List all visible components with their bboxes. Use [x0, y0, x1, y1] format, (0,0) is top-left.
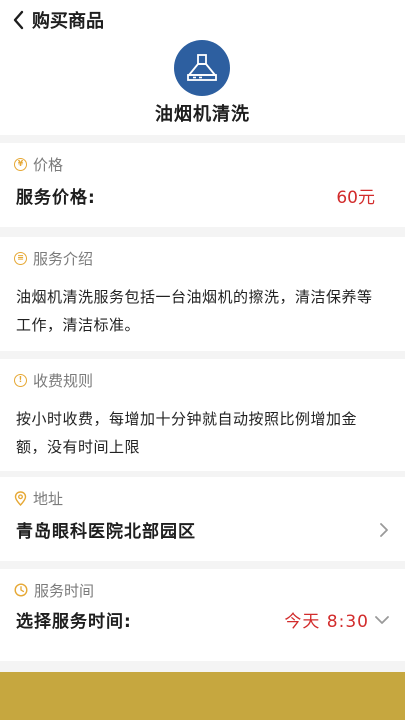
time-card: 服务时间 选择服务时间: 今天 8:30 [0, 569, 405, 661]
chevron-left-icon [13, 10, 24, 30]
purchase-page: 购买商品 油烟机清洗 ¥ 价格 服务价格: 60元 ≡ 服务介绍 油烟机清洗服务… [0, 0, 405, 720]
list-icon: ≡ [14, 251, 27, 265]
time-selector[interactable]: 选择服务时间: 今天 8:30 [16, 607, 391, 632]
rules-text: 按小时收费，每增加十分钟就自动按照比例增加金额，没有时间上限 [16, 410, 358, 456]
price-section-title: 价格 [33, 155, 64, 174]
bottom-action-bar[interactable] [0, 672, 405, 720]
rules-card: ! 收费规则 按小时收费，每增加十分钟就自动按照比例增加金额，没有时间上限 [0, 359, 405, 471]
time-value: 今天 8:30 [284, 612, 369, 632]
location-pin-icon [14, 490, 27, 506]
time-section-title: 服务时间 [34, 581, 95, 600]
price-label: 服务价格: [16, 188, 96, 208]
rules-section-title: 收费规则 [33, 371, 94, 390]
address-card: 地址 青岛眼科医院北部园区 [0, 477, 405, 561]
price-value: 60元 [336, 188, 375, 208]
page-title: 购买商品 [32, 11, 104, 32]
chevron-right-icon [380, 522, 388, 537]
price-card: ¥ 价格 服务价格: 60元 [0, 143, 405, 227]
clock-icon [14, 583, 28, 597]
yen-icon: ¥ [14, 157, 27, 171]
info-icon: ! [14, 373, 27, 387]
range-hood-icon [174, 40, 230, 96]
address-selector[interactable]: 青岛眼科医院北部园区 [16, 517, 391, 542]
chevron-down-icon [375, 615, 389, 624]
header: 购买商品 油烟机清洗 [0, 0, 405, 135]
address-value: 青岛眼科医院北部园区 [16, 522, 196, 542]
intro-section-title: 服务介绍 [33, 249, 94, 268]
intro-card: ≡ 服务介绍 油烟机清洗服务包括一台油烟机的擦洗，清洁保养等工作，清洁标准。 [0, 237, 405, 351]
service-name: 油烟机清洗 [155, 104, 250, 125]
intro-text: 油烟机清洗服务包括一台油烟机的擦洗，清洁保养等工作，清洁标准。 [16, 288, 373, 334]
back-button[interactable]: 购买商品 [10, 6, 104, 34]
address-section-title: 地址 [33, 489, 64, 508]
time-label: 选择服务时间: [16, 612, 132, 632]
